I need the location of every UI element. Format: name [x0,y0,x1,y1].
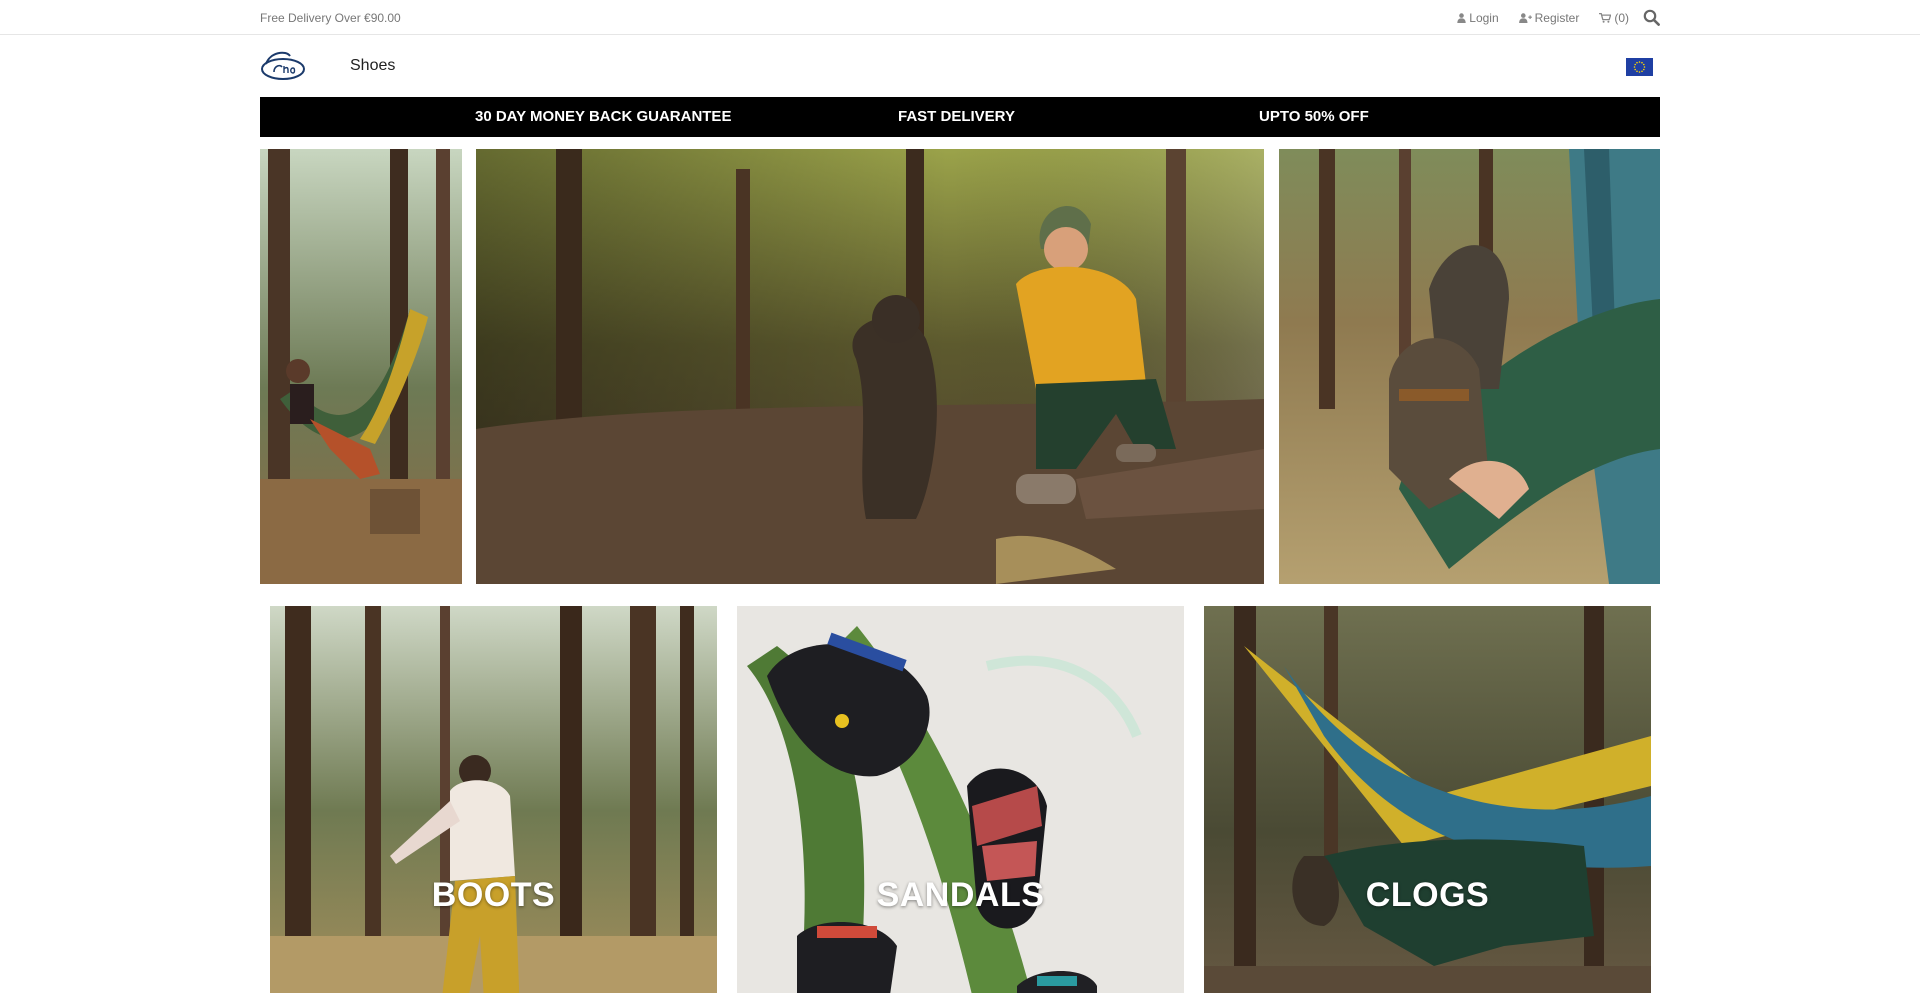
search-icon [1643,9,1660,26]
clogs-image [1204,606,1651,993]
category-tiles: BOOTS SANDALS CLOGS [260,606,1660,993]
category-tile-clogs[interactable]: CLOGS [1204,606,1651,993]
chaco-logo[interactable] [260,50,306,82]
search-button[interactable] [1643,9,1660,26]
cart-icon [1599,12,1612,23]
usp-guarantee: 30 DAY MONEY BACK GUARANTEE [475,108,732,125]
hero-banner[interactable] [260,149,1660,584]
hero-image-right [1279,149,1660,584]
usp-bar: 30 DAY MONEY BACK GUARANTEE FAST DELIVER… [260,97,1660,137]
account-links: Login Register (0) [1457,9,1660,26]
nav-shoes[interactable]: Shoes [350,57,395,75]
register-link[interactable]: Register [1518,10,1580,25]
hero-image-main [476,149,1264,584]
category-label-clogs: CLOGS [1365,876,1490,914]
cart-link[interactable]: (0) [1599,11,1629,25]
eu-flag-icon[interactable] [1626,58,1653,76]
register-label: Register [1534,10,1580,25]
usp-discount: UPTO 50% OFF [1259,108,1369,125]
cart-count: (0) [1614,10,1629,25]
sandals-image [737,606,1184,993]
category-label-sandals: SANDALS [876,876,1045,914]
category-label-boots: BOOTS [431,876,556,914]
login-label: Login [1469,10,1499,25]
free-delivery-notice: Free Delivery Over €90.00 [260,10,401,25]
top-bar: Free Delivery Over €90.00 Login Register… [0,0,1920,35]
usp-fast-delivery: FAST DELIVERY [898,108,1015,125]
category-tile-sandals[interactable]: SANDALS [737,606,1184,993]
hero-image-left [260,149,462,584]
category-tile-boots[interactable]: BOOTS [270,606,717,993]
login-link[interactable]: Login [1457,10,1499,25]
user-plus-icon [1518,12,1532,23]
user-icon [1457,12,1466,23]
site-header: Shoes [0,35,1920,97]
boots-image [270,606,717,993]
